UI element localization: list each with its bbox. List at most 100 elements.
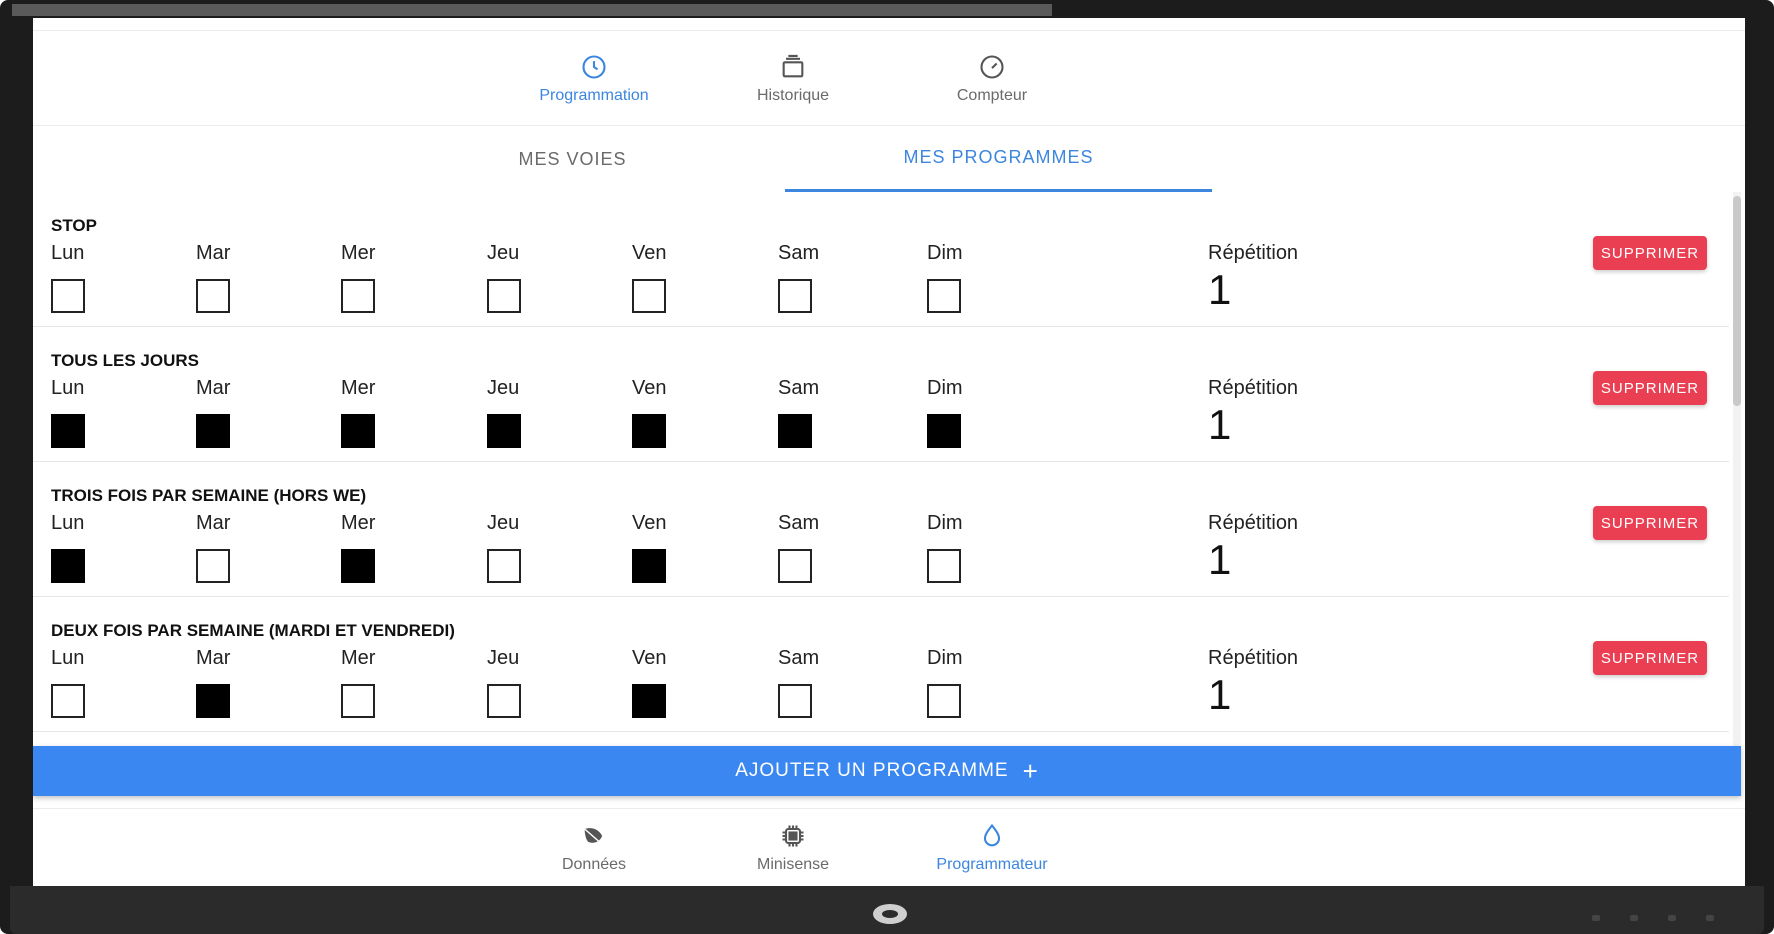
nav-minisense[interactable]: Minisense	[713, 809, 873, 886]
day-column: Mar	[196, 242, 230, 313]
day-checkbox[interactable]	[778, 549, 812, 583]
day-column: Jeu	[487, 647, 521, 718]
repetition-value[interactable]: 1	[1208, 404, 1298, 446]
repetition-block: Répétition 1	[1208, 242, 1298, 311]
monitor-buttons	[1592, 915, 1714, 921]
nav-label: Données	[561, 856, 627, 873]
day-checkbox[interactable]	[927, 414, 961, 448]
repetition-label: Répétition	[1208, 647, 1299, 669]
day-column: Mar	[196, 377, 230, 448]
delete-program-button[interactable]: SUPPRIMER	[1593, 236, 1707, 270]
day-label: Dim	[927, 647, 963, 669]
day-label: Mer	[341, 512, 376, 534]
program-name: DEUX FOIS PAR SEMAINE (MARDI ET VENDREDI…	[51, 621, 455, 640]
day-column: Mer	[341, 647, 375, 718]
program-name: TOUS LES JOURS	[51, 351, 199, 370]
day-checkbox[interactable]	[196, 414, 230, 448]
bottom-navigation: Données Minisense Programmateur	[33, 808, 1745, 886]
day-label: Ven	[632, 512, 667, 534]
nav-compteur[interactable]: Compteur	[912, 31, 1072, 127]
day-checkbox[interactable]	[778, 414, 812, 448]
day-column: Mar	[196, 647, 230, 718]
day-checkbox[interactable]	[341, 684, 375, 718]
delete-program-button[interactable]: SUPPRIMER	[1593, 371, 1707, 405]
day-label: Dim	[927, 242, 963, 264]
day-checkbox[interactable]	[632, 414, 666, 448]
day-label: Jeu	[487, 647, 520, 669]
day-checkbox[interactable]	[778, 684, 812, 718]
tab-mes-voies[interactable]: MES VOIES	[359, 126, 786, 192]
day-checkbox[interactable]	[487, 414, 521, 448]
day-label: Lun	[51, 512, 85, 534]
day-column: Ven	[632, 647, 666, 718]
day-checkbox[interactable]	[632, 684, 666, 718]
program-row: TROIS FOIS PAR SEMAINE (HORS WE) Lun Mar M…	[33, 462, 1729, 597]
program-name: TROIS FOIS PAR SEMAINE (HORS WE)	[51, 486, 367, 505]
day-checkbox[interactable]	[51, 549, 85, 583]
day-label: Ven	[632, 242, 667, 264]
nav-donnees[interactable]: Données	[514, 809, 674, 886]
repetition-block: Répétition 1	[1208, 512, 1298, 581]
day-checkbox[interactable]	[51, 414, 85, 448]
tab-mes-programmes[interactable]: MES PROGRAMMES	[785, 126, 1212, 192]
monitor-button	[1706, 915, 1714, 921]
top-navigation: Programmation Historique Compteur	[33, 30, 1745, 126]
day-checkbox[interactable]	[778, 279, 812, 313]
nav-label: Programmation	[539, 87, 649, 104]
day-checkbox[interactable]	[632, 549, 666, 583]
day-label: Sam	[778, 647, 820, 669]
nav-label: Minisense	[756, 856, 830, 873]
day-checkbox[interactable]	[196, 279, 230, 313]
plus-icon: +	[1022, 756, 1039, 786]
delete-program-button[interactable]: SUPPRIMER	[1593, 641, 1707, 675]
day-column: Lun	[51, 242, 85, 313]
repetition-value[interactable]: 1	[1208, 539, 1298, 581]
day-label: Jeu	[487, 377, 520, 399]
day-checkbox[interactable]	[927, 684, 961, 718]
nav-historique[interactable]: Historique	[713, 31, 873, 127]
repetition-value[interactable]: 1	[1208, 674, 1298, 716]
day-column: Sam	[778, 242, 819, 313]
nav-label: Programmateur	[936, 856, 1048, 873]
scroll-thumb[interactable]	[1733, 196, 1741, 406]
repetition-label: Répétition	[1208, 512, 1299, 534]
programs-list: STOP Lun Mar Mer Jeu Ven Sam Dim Répétition 1 SUP…	[33, 192, 1729, 748]
clock-icon	[582, 55, 606, 79]
day-checkbox[interactable]	[487, 549, 521, 583]
day-label: Mar	[196, 647, 231, 669]
day-column: Sam	[778, 512, 819, 583]
day-checkbox[interactable]	[632, 279, 666, 313]
day-column: Lun	[51, 647, 85, 718]
programs-scrollbar[interactable]	[1733, 192, 1741, 748]
gauge-icon	[980, 55, 1004, 79]
day-column: Dim	[927, 377, 963, 448]
monitor-button	[1630, 915, 1638, 921]
day-label: Sam	[778, 512, 820, 534]
repetition-label: Répétition	[1208, 377, 1299, 399]
day-checkbox[interactable]	[196, 684, 230, 718]
repetition-value[interactable]: 1	[1208, 269, 1298, 311]
day-checkbox[interactable]	[341, 414, 375, 448]
day-checkbox[interactable]	[927, 549, 961, 583]
day-checkbox[interactable]	[487, 279, 521, 313]
day-label: Mer	[341, 242, 376, 264]
day-checkbox[interactable]	[927, 279, 961, 313]
day-label: Mer	[341, 647, 376, 669]
day-checkbox[interactable]	[196, 549, 230, 583]
day-label: Lun	[51, 242, 85, 264]
nav-programmateur[interactable]: Programmateur	[912, 809, 1072, 886]
program-row: TOUS LES JOURS Lun Mar Mer Jeu Ven Sam Dim Répé…	[33, 327, 1729, 462]
day-checkbox[interactable]	[51, 684, 85, 718]
day-checkbox[interactable]	[51, 279, 85, 313]
day-label: Mar	[196, 377, 231, 399]
monitor-logo	[873, 904, 907, 924]
delete-program-button[interactable]: SUPPRIMER	[1593, 506, 1707, 540]
add-program-button[interactable]: AJOUTER UN PROGRAMME +	[33, 746, 1741, 796]
nav-programmation[interactable]: Programmation	[514, 31, 674, 127]
day-column: Ven	[632, 377, 666, 448]
day-label: Dim	[927, 512, 963, 534]
day-checkbox[interactable]	[487, 684, 521, 718]
day-label: Lun	[51, 647, 85, 669]
day-checkbox[interactable]	[341, 279, 375, 313]
day-checkbox[interactable]	[341, 549, 375, 583]
